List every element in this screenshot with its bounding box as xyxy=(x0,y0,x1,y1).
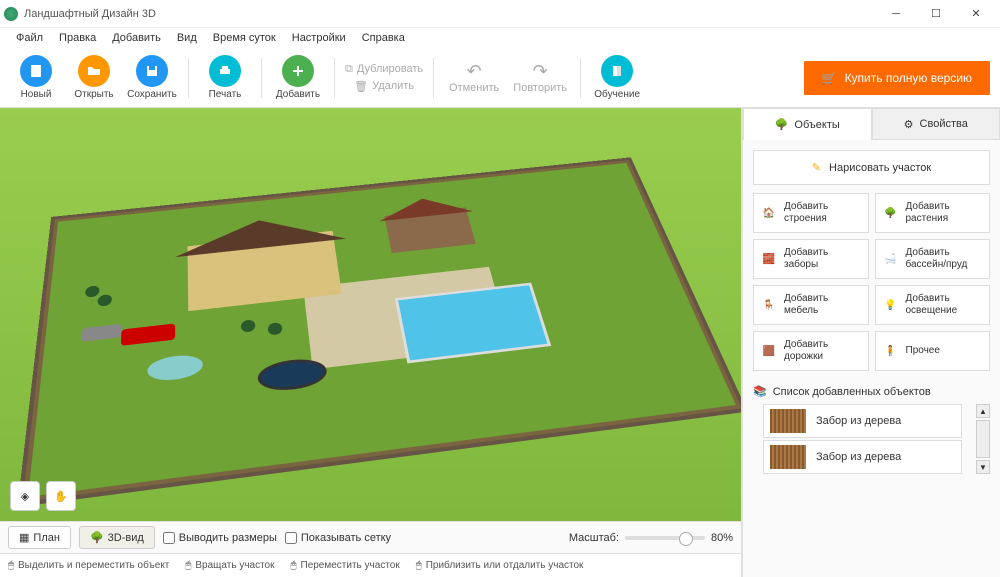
cart-icon: 🛒 xyxy=(822,71,837,85)
titlebar: Ландшафтный Дизайн 3D ─ ☐ ✕ xyxy=(0,0,1000,28)
zoom-icon: 🖱 xyxy=(416,560,422,571)
folder-icon xyxy=(78,55,110,87)
fence-icon: 🧱 xyxy=(760,250,778,268)
sidebar: 🌳Объекты ⚙Свойства ✎ Нарисовать участок … xyxy=(742,108,1000,577)
menubar: Файл Правка Добавить Вид Время суток Нас… xyxy=(0,28,1000,48)
status-zoom[interactable]: 🖱Приблизить или отдалить участок xyxy=(416,560,584,571)
scale-slider[interactable] xyxy=(625,536,705,540)
lamp-icon: 💡 xyxy=(882,296,900,314)
status-move[interactable]: 🖱Переместить участок xyxy=(291,560,400,571)
status-select[interactable]: 🖱Выделить и переместить объект xyxy=(8,560,169,571)
house-icon: 🏠 xyxy=(760,204,778,222)
draw-plot-button[interactable]: ✎ Нарисовать участок xyxy=(753,150,990,185)
scrollbar-track[interactable] xyxy=(976,420,990,458)
menu-file[interactable]: Файл xyxy=(8,30,51,46)
show-grid-checkbox[interactable]: Показывать сетку xyxy=(285,532,391,544)
3d-view-button[interactable]: 🌳3D-вид xyxy=(79,526,155,549)
scroll-up-button[interactable]: ▲ xyxy=(976,404,990,418)
delete-button[interactable]: 🗑Удалить xyxy=(354,80,414,93)
viewport-panel: ◈ ✋ ▦План 🌳3D-вид Выводить размеры Показ… xyxy=(0,108,742,577)
list-item[interactable]: Забор из дерева xyxy=(763,404,962,438)
buy-button[interactable]: 🛒 Купить полную версию xyxy=(804,61,990,95)
show-dimensions-checkbox[interactable]: Выводить размеры xyxy=(163,532,277,544)
gear-icon: ⚙ xyxy=(904,118,914,131)
menu-daytime[interactable]: Время суток xyxy=(205,30,284,46)
status-rotate[interactable]: 🖱Вращать участок xyxy=(185,560,274,571)
cat-lighting[interactable]: 💡Добавить освещение xyxy=(875,285,991,325)
scale-label: Масштаб: xyxy=(569,532,619,544)
plan-icon: ▦ xyxy=(19,531,29,544)
learn-button[interactable]: Обучение xyxy=(591,55,643,100)
chair-icon: 🪑 xyxy=(760,296,778,314)
redo-button[interactable]: ↷ Повторить xyxy=(510,61,570,94)
minimize-button[interactable]: ─ xyxy=(876,0,916,28)
redo-icon: ↷ xyxy=(533,61,548,82)
main: ◈ ✋ ▦План 🌳3D-вид Выводить размеры Показ… xyxy=(0,108,1000,577)
category-grid: 🏠Добавить строения 🌳Добавить растения 🧱Д… xyxy=(743,193,1000,371)
undo-icon: ↶ xyxy=(467,61,482,82)
object-list-header: 📚 Список добавленных объектов xyxy=(753,385,990,398)
scale-value: 80% xyxy=(711,532,733,544)
orbit-button[interactable]: ◈ xyxy=(10,481,40,511)
cat-pool[interactable]: 🛁Добавить бассейн/пруд xyxy=(875,239,991,279)
plus-icon xyxy=(282,55,314,87)
book-icon xyxy=(601,55,633,87)
save-icon xyxy=(136,55,168,87)
cat-paths[interactable]: 🟫Добавить дорожки xyxy=(753,331,869,371)
print-icon xyxy=(209,55,241,87)
maximize-button[interactable]: ☐ xyxy=(916,0,956,28)
trash-icon: 🗑 xyxy=(354,80,368,93)
print-button[interactable]: Печать xyxy=(199,55,251,100)
toolbar: Новый Открыть Сохранить Печать Добавить … xyxy=(0,48,1000,108)
cat-other[interactable]: 🧍Прочее xyxy=(875,331,991,371)
list-item[interactable]: Забор из дерева xyxy=(763,440,962,474)
menu-edit[interactable]: Правка xyxy=(51,30,104,46)
plant-icon: 🌳 xyxy=(882,204,900,222)
rotate-icon: 🖱 xyxy=(185,560,191,571)
3d-viewport[interactable]: ◈ ✋ xyxy=(0,108,741,521)
cat-fences[interactable]: 🧱Добавить заборы xyxy=(753,239,869,279)
status-bar: 🖱Выделить и переместить объект 🖱Вращать … xyxy=(0,553,741,577)
move-icon: 🖱 xyxy=(291,560,297,571)
object-list: Забор из дерева Забор из дерева xyxy=(753,404,972,474)
sidebar-tabs: 🌳Объекты ⚙Свойства xyxy=(743,108,1000,140)
file-icon xyxy=(20,55,52,87)
copy-icon: ⧉ xyxy=(345,63,353,76)
pool-icon: 🛁 xyxy=(882,250,900,268)
tab-properties[interactable]: ⚙Свойства xyxy=(872,108,1000,140)
fence-thumb xyxy=(770,409,806,433)
save-button[interactable]: Сохранить xyxy=(126,55,178,100)
tab-objects[interactable]: 🌳Объекты xyxy=(743,108,872,140)
undo-button[interactable]: ↶ Отменить xyxy=(444,61,504,94)
pan-button[interactable]: ✋ xyxy=(46,481,76,511)
menu-help[interactable]: Справка xyxy=(354,30,413,46)
objects-icon: 🌳 xyxy=(775,118,789,131)
layers-icon: 📚 xyxy=(753,385,767,398)
duplicate-button[interactable]: ⧉Дублировать xyxy=(345,63,423,76)
app-title: Ландшафтный Дизайн 3D xyxy=(24,8,156,20)
cursor-icon: 🖱 xyxy=(8,560,14,571)
path-icon: 🟫 xyxy=(760,342,778,360)
app-icon xyxy=(4,7,18,21)
tree-icon: 🌳 xyxy=(90,531,104,544)
view-toolbar: ▦План 🌳3D-вид Выводить размеры Показыват… xyxy=(0,521,741,553)
other-icon: 🧍 xyxy=(882,342,900,360)
cat-buildings[interactable]: 🏠Добавить строения xyxy=(753,193,869,233)
cat-plants[interactable]: 🌳Добавить растения xyxy=(875,193,991,233)
add-button[interactable]: Добавить xyxy=(272,55,324,100)
menu-view[interactable]: Вид xyxy=(169,30,205,46)
list-scroll: ▲ ▼ xyxy=(976,404,990,474)
menu-settings[interactable]: Настройки xyxy=(284,30,354,46)
scroll-down-button[interactable]: ▼ xyxy=(976,460,990,474)
pencil-icon: ✎ xyxy=(812,161,821,174)
new-button[interactable]: Новый xyxy=(10,55,62,100)
close-button[interactable]: ✕ xyxy=(956,0,996,28)
plan-view-button[interactable]: ▦План xyxy=(8,526,71,549)
duplicate-delete-group: ⧉Дублировать 🗑Удалить xyxy=(345,63,423,93)
open-button[interactable]: Открыть xyxy=(68,55,120,100)
fence-thumb xyxy=(770,445,806,469)
cat-furniture[interactable]: 🪑Добавить мебель xyxy=(753,285,869,325)
menu-add[interactable]: Добавить xyxy=(104,30,169,46)
